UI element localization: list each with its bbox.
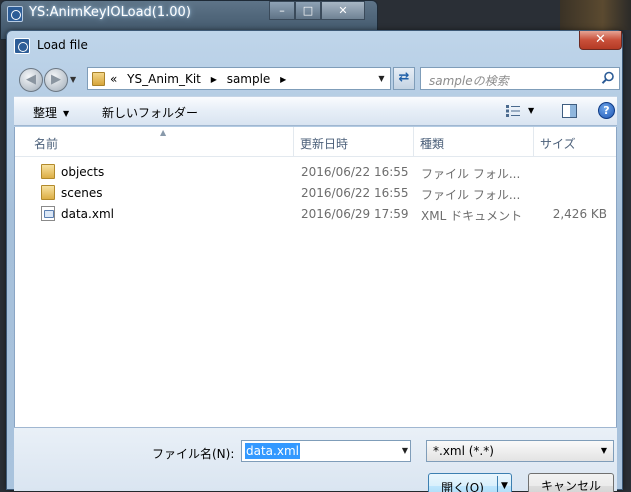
column-header-type[interactable]: 種類	[414, 127, 534, 157]
file-name-input[interactable]: data.xml ▼	[241, 440, 411, 462]
dialog-icon	[14, 38, 30, 54]
search-input[interactable]: sampleの検索	[420, 67, 620, 90]
parent-window-title: YS:AnimKeyIOLoad(1.00)	[29, 5, 191, 20]
file-name: scenes	[61, 186, 103, 200]
minimize-button[interactable]: –	[269, 1, 295, 20]
view-options-icon[interactable]	[506, 105, 520, 117]
parent-close-button[interactable]: ✕	[321, 1, 365, 20]
forward-button[interactable]: ▶	[44, 68, 68, 92]
preview-pane-icon[interactable]	[562, 104, 577, 118]
breadcrumb-chevron-icon[interactable]: ▶	[280, 75, 286, 84]
refresh-button[interactable]: ⇄	[393, 67, 415, 90]
cancel-button[interactable]: キャンセル	[528, 473, 614, 492]
back-button[interactable]: ◀	[19, 68, 43, 92]
column-header-name[interactable]: 名前	[28, 127, 294, 157]
file-name-value: data.xml	[245, 443, 300, 459]
column-header-date[interactable]: 更新日時	[294, 127, 414, 157]
column-header-row: ▲ 名前 更新日時 種類 サイズ	[15, 127, 616, 157]
file-row-scenes[interactable]: scenes 2016/06/22 16:55 ファイル フォル...	[15, 183, 616, 204]
folder-icon	[92, 72, 105, 86]
file-name: data.xml	[61, 207, 114, 221]
address-bar[interactable]: « YS_Anim_Kit ▶ sample ▶ ▼	[87, 67, 391, 90]
file-type-filter-value: *.xml (*.*)	[433, 444, 494, 458]
help-button[interactable]: ?	[598, 102, 615, 119]
dialog-title: Load file	[37, 38, 88, 52]
breadcrumb-item-ys-anim-kit[interactable]: YS_Anim_Kit	[127, 72, 201, 86]
file-row-data-xml[interactable]: data.xml 2016/06/29 17:59 XML ドキュメント 2,4…	[15, 204, 616, 225]
breadcrumb-chevron-icon[interactable]: ▶	[211, 75, 217, 84]
file-type: XML ドキュメント	[421, 209, 523, 223]
dialog-close-button[interactable]: ✕	[579, 31, 622, 50]
file-date: 2016/06/29 17:59	[301, 207, 409, 221]
column-header-size[interactable]: サイズ	[534, 127, 614, 157]
file-name: objects	[61, 165, 105, 179]
file-name-dropdown-icon[interactable]: ▼	[402, 441, 408, 461]
new-folder-button[interactable]: 新しいフォルダー	[102, 104, 198, 121]
file-type: ファイル フォル...	[421, 188, 521, 202]
breadcrumb-item-sample[interactable]: sample	[227, 72, 271, 86]
search-placeholder: sampleの検索	[429, 74, 509, 88]
split-divider	[497, 476, 498, 492]
desktop-background	[560, 0, 631, 30]
file-name-label: ファイル名(N):	[152, 447, 235, 461]
parent-window-controls: – □ ✕	[269, 1, 365, 20]
file-type: ファイル フォル...	[421, 167, 521, 181]
file-date: 2016/06/22 16:55	[301, 186, 409, 200]
open-button[interactable]: 開く(O) ▼	[428, 473, 512, 492]
maximize-button[interactable]: □	[295, 1, 321, 20]
file-type-filter-select[interactable]: *.xml (*.*) ▼	[426, 440, 614, 462]
folder-icon	[41, 164, 55, 179]
breadcrumb-overflow[interactable]: «	[110, 72, 117, 86]
file-row-objects[interactable]: objects 2016/06/22 16:55 ファイル フォル...	[15, 162, 616, 183]
search-icon[interactable]	[601, 71, 615, 85]
xml-file-icon	[41, 206, 55, 221]
command-toolbar: 整理 ▼ 新しいフォルダー ▼ ?	[14, 96, 617, 126]
file-size: 2,426 KB	[552, 207, 607, 221]
view-dropdown-icon[interactable]: ▼	[528, 106, 534, 115]
organize-menu-button[interactable]: 整理 ▼	[33, 104, 69, 121]
chevron-down-icon: ▼	[600, 446, 607, 455]
breadcrumb: « YS_Anim_Kit ▶ sample ▶	[110, 72, 292, 86]
chevron-down-icon: ▼	[63, 109, 70, 118]
open-options-dropdown-icon[interactable]: ▼	[501, 478, 508, 492]
app-icon	[7, 6, 23, 22]
file-date: 2016/06/22 16:55	[301, 165, 409, 179]
file-list: ▲ 名前 更新日時 種類 サイズ objects 2016/06/22 16:5…	[14, 127, 617, 427]
load-file-dialog: Load file ✕ ◀ ▶ ▼ « YS_Anim_Kit ▶ sample…	[6, 30, 623, 492]
folder-icon	[41, 185, 55, 200]
organize-label: 整理	[33, 106, 58, 120]
open-button-label: 開く(O)	[441, 481, 484, 492]
address-dropdown-icon[interactable]: ▼	[373, 68, 390, 89]
file-name-panel: ファイル名(N): data.xml ▼ *.xml (*.*) ▼ 開く(O)…	[14, 427, 617, 492]
recent-pages-dropdown-icon[interactable]: ▼	[70, 75, 76, 84]
